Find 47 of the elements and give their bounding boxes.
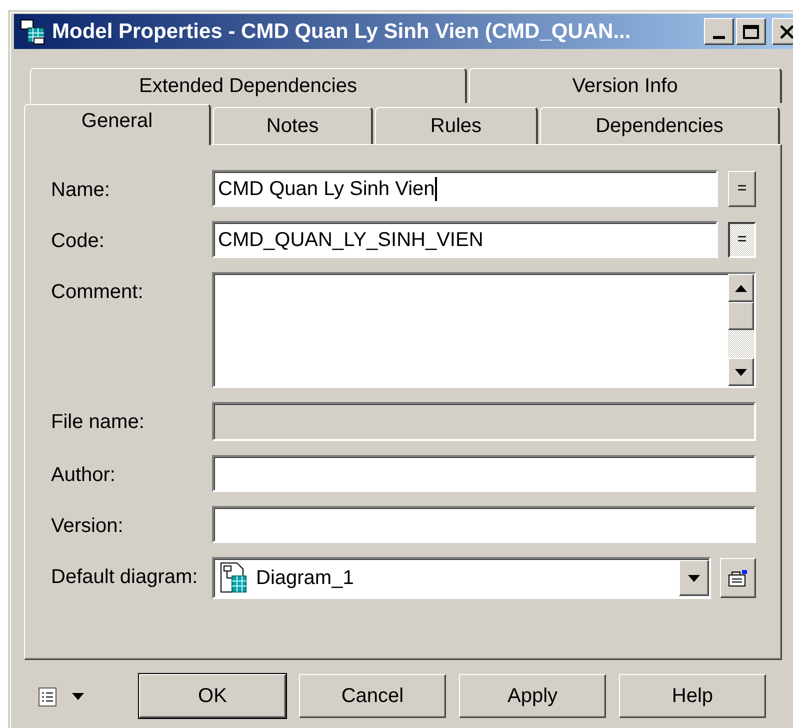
text-field[interactable] [212, 506, 756, 543]
down-arrow-icon [688, 574, 700, 582]
tab[interactable]: Version Info [469, 68, 782, 103]
close-button[interactable] [772, 18, 793, 45]
minimize-icon [713, 36, 725, 39]
comment-field[interactable] [212, 272, 756, 388]
field-label: Comment: [51, 280, 144, 305]
caret-icon [72, 692, 84, 700]
tab[interactable]: Notes [213, 107, 373, 144]
scroll-down-button[interactable] [728, 358, 754, 386]
field-label: File name: [51, 410, 146, 435]
text-field[interactable]: CMD_QUAN_LY_SINH_VIEN [212, 221, 718, 258]
field-label: Author: [51, 463, 116, 488]
scroll-thumb[interactable] [728, 302, 754, 330]
window-title: Model Properties - CMD Quan Ly Sinh Vien (CMD_QUAN... [52, 18, 632, 45]
field-label: Default diagram: [51, 565, 199, 590]
tab[interactable]: Rules [375, 107, 538, 144]
field-label: Code: [51, 229, 106, 254]
down-arrow-icon [735, 368, 747, 376]
field-label: Name: [51, 178, 111, 203]
equals-button[interactable]: = [728, 222, 756, 258]
properties-button[interactable] [720, 558, 756, 598]
scrollbar[interactable] [728, 274, 754, 386]
tab[interactable]: Dependencies [540, 107, 780, 144]
tab[interactable]: Extended Dependencies [30, 68, 467, 103]
combo-value: Diagram_1 [256, 566, 355, 591]
close-icon [780, 24, 793, 38]
dialog-button[interactable]: OK [139, 674, 286, 718]
up-arrow-icon [735, 284, 747, 292]
maximize-button[interactable] [736, 18, 766, 45]
diagram-icon [220, 562, 248, 594]
app-icon [20, 18, 46, 44]
diagram-dropdown[interactable]: Diagram_1 [212, 557, 711, 599]
dialog-button[interactable]: Apply [459, 674, 606, 718]
scroll-up-button[interactable] [728, 274, 754, 302]
equals-button[interactable]: = [728, 170, 756, 206]
minimize-button[interactable] [704, 18, 734, 45]
text-field[interactable] [212, 455, 756, 492]
maximize-icon [743, 24, 759, 38]
dialog-button[interactable]: Help [619, 674, 766, 718]
field-label: Version: [51, 514, 124, 539]
text-field[interactable]: CMD Quan Ly Sinh Vien [212, 170, 718, 207]
dialog-button[interactable]: Cancel [299, 674, 446, 718]
dropdown-button[interactable] [679, 560, 709, 596]
properties-icon [728, 569, 748, 587]
tab[interactable]: General [24, 104, 211, 145]
list-icon [38, 685, 58, 707]
